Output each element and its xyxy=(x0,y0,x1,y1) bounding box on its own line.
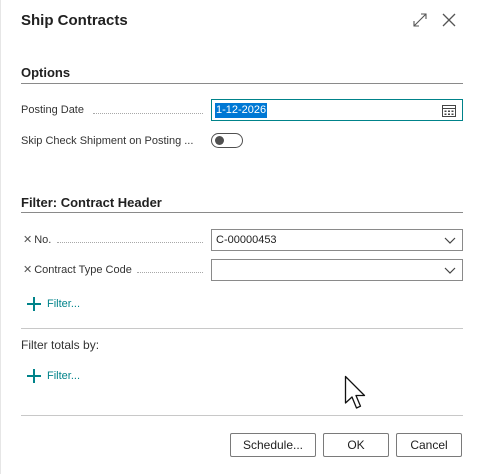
ok-button[interactable]: OK xyxy=(323,433,389,457)
posting-date-value: 1-12-2026 xyxy=(215,102,268,118)
add-filter-label: Filter... xyxy=(47,298,81,310)
expand-icon xyxy=(413,13,427,27)
options-divider xyxy=(21,83,463,84)
filter-divider xyxy=(21,212,463,213)
no-filter-value: C-00000453 xyxy=(216,234,277,246)
type-leader xyxy=(137,272,203,273)
remove-filter-icon[interactable]: ✕ xyxy=(23,263,32,276)
footer-divider xyxy=(21,415,463,416)
chevron-down-icon xyxy=(444,267,456,274)
ship-contracts-dialog: Ship Contracts Options Posting Date 1-12… xyxy=(0,0,479,474)
contract-type-input[interactable] xyxy=(211,259,463,281)
filter-totals-label: Filter totals by: xyxy=(21,338,100,352)
calendar-icon[interactable] xyxy=(442,104,456,117)
type-filter-label: ✕ Contract Type Code xyxy=(23,263,132,277)
options-heading: Options xyxy=(21,65,71,80)
dialog-title: Ship Contracts xyxy=(21,12,128,29)
filter-heading: Filter: Contract Header xyxy=(21,195,162,210)
totals-divider xyxy=(21,328,463,329)
schedule-button[interactable]: Schedule... xyxy=(230,433,316,457)
posting-date-label: Posting Date xyxy=(21,104,84,116)
posting-date-leader xyxy=(93,113,203,114)
plus-icon xyxy=(27,297,41,311)
type-label-text: Contract Type Code xyxy=(34,263,132,276)
skip-check-toggle[interactable] xyxy=(211,133,243,148)
expand-button[interactable] xyxy=(409,9,431,31)
no-filter-input[interactable]: C-00000453 xyxy=(211,229,463,251)
chevron-down-icon xyxy=(444,237,456,244)
cancel-button[interactable]: Cancel xyxy=(396,433,462,457)
close-icon xyxy=(442,13,456,27)
mouse-pointer-icon xyxy=(344,375,366,409)
add-filter-button[interactable]: Filter... xyxy=(27,297,80,311)
skip-check-label: Skip Check Shipment on Posting ... xyxy=(21,135,194,147)
close-button[interactable] xyxy=(438,9,460,31)
no-filter-label: ✕ No. xyxy=(23,233,52,247)
add-totals-filter-button[interactable]: Filter... xyxy=(27,369,80,383)
add-totals-filter-label: Filter... xyxy=(47,370,81,382)
remove-filter-icon[interactable]: ✕ xyxy=(23,233,32,246)
no-label-text: No. xyxy=(34,233,52,246)
toggle-knob xyxy=(215,136,224,145)
no-leader xyxy=(57,242,203,243)
plus-icon xyxy=(27,369,41,383)
posting-date-input[interactable]: 1-12-2026 xyxy=(211,99,463,121)
